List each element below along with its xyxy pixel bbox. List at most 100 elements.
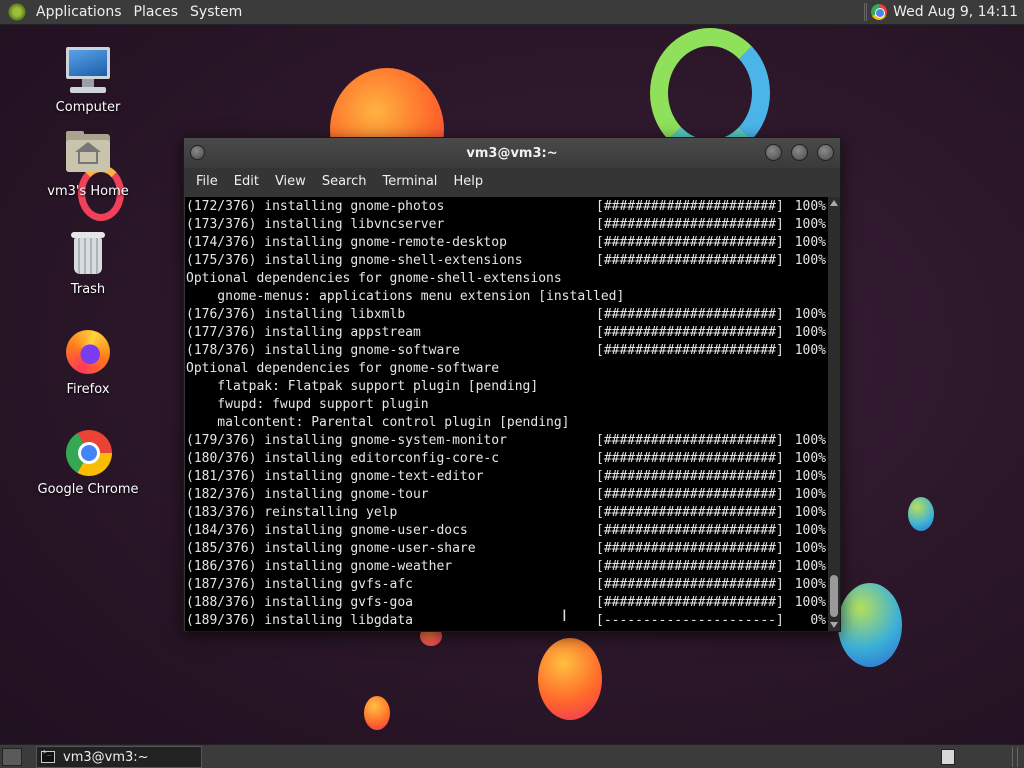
terminal-icon: [41, 748, 55, 763]
terminal-progress-percent: 100%: [794, 343, 826, 358]
firefox-icon: [62, 326, 114, 378]
window-title: vm3@vm3:~: [466, 145, 558, 161]
top-panel: Applications Places System Wed Aug 9, 14…: [0, 0, 1024, 25]
terminal-line-message: (185/376) installing gnome-user-share: [186, 541, 476, 556]
terminal-line-message: (186/376) installing gnome-weather: [186, 559, 453, 574]
desktop-icon-trash[interactable]: Trash: [28, 226, 148, 297]
panel-handle: [1012, 747, 1018, 767]
scroll-down-icon[interactable]: [830, 622, 838, 628]
terminal-progress-bar: [######################]: [596, 235, 784, 250]
menu-terminal[interactable]: Terminal: [374, 174, 445, 189]
terminal-line-message: (182/376) installing gnome-tour: [186, 487, 429, 502]
terminal-window: vm3@vm3:~ File Edit View Search Terminal…: [183, 137, 841, 632]
terminal-line-message: (178/376) installing gnome-software: [186, 343, 460, 358]
menu-system[interactable]: System: [186, 4, 250, 20]
terminal-scrollbar[interactable]: [828, 197, 840, 631]
terminal-line-message: (177/376) installing appstream: [186, 325, 421, 340]
menu-applications[interactable]: Applications: [32, 4, 130, 20]
terminal-line: fwupd: fwupd support plugin: [186, 396, 828, 414]
taskbar-item-terminal[interactable]: vm3@vm3:~: [36, 746, 202, 768]
desktop-icon-home[interactable]: vm3's Home: [28, 128, 148, 199]
terminal-line-message: (176/376) installing libxmlb: [186, 307, 406, 322]
desktop-icon-computer[interactable]: Computer: [28, 44, 148, 115]
menu-file[interactable]: File: [188, 174, 226, 189]
chrome-tray-icon[interactable]: [871, 4, 888, 20]
terminal-line-message: gnome-menus: applications menu extension…: [186, 289, 625, 304]
terminal-progress-bar: [######################]: [596, 307, 784, 322]
terminal-line-message: (174/376) installing gnome-remote-deskto…: [186, 235, 507, 250]
terminal-progress-bar: [######################]: [596, 325, 784, 340]
terminal-progress-bar: [######################]: [596, 253, 784, 268]
clock[interactable]: Wed Aug 9, 14:11: [893, 4, 1024, 20]
terminal-progress-percent: 100%: [794, 307, 826, 322]
terminal-progress-percent: 100%: [794, 487, 826, 502]
scrollbar-thumb[interactable]: [830, 575, 838, 617]
distro-logo-icon[interactable]: [8, 3, 26, 21]
terminal-progress-percent: 100%: [794, 433, 826, 448]
window-titlebar[interactable]: vm3@vm3:~: [184, 138, 840, 168]
panel-separator: [864, 3, 868, 21]
terminal-progress-bar: [######################]: [596, 595, 784, 610]
scroll-up-icon[interactable]: [830, 200, 838, 206]
menu-view[interactable]: View: [267, 174, 314, 189]
terminal-line: (184/376) installing gnome-user-docs [###…: [186, 522, 828, 540]
terminal-progress-percent: 100%: [794, 199, 826, 214]
menu-search[interactable]: Search: [314, 174, 375, 189]
close-button[interactable]: [817, 144, 834, 161]
terminal-line-message: malcontent: Parental control plugin [pen…: [186, 415, 570, 430]
terminal-line: (180/376) installing editorconfig-core-c…: [186, 450, 828, 468]
mouse-ibeam-cursor-icon: I: [562, 606, 567, 625]
desktop-icon-label: Computer: [55, 100, 121, 115]
desktop-icon-firefox[interactable]: Firefox: [28, 326, 148, 397]
desktop-icon-label: Google Chrome: [37, 482, 139, 497]
chrome-icon: [62, 426, 114, 478]
terminal-line: (186/376) installing gnome-weather [#####…: [186, 558, 828, 576]
terminal-progress-bar: [######################]: [596, 451, 784, 466]
terminal-progress-bar: [######################]: [596, 343, 784, 358]
computer-icon: [62, 44, 114, 96]
terminal-progress-bar: [######################]: [596, 541, 784, 556]
terminal-progress-bar: [######################]: [596, 559, 784, 574]
terminal-line: (177/376) installing appstream [#########…: [186, 324, 828, 342]
workspace-switcher[interactable]: [941, 749, 955, 765]
menu-edit[interactable]: Edit: [226, 174, 267, 189]
terminal-output[interactable]: (172/376) installing gnome-photos [######…: [186, 198, 828, 630]
terminal-line: (174/376) installing gnome-remote-deskto…: [186, 234, 828, 252]
terminal-menubar: File Edit View Search Terminal Help: [184, 168, 840, 195]
terminal-line-message: (181/376) installing gnome-text-editor: [186, 469, 484, 484]
terminal-line: Optional dependencies for gnome-shell-ex…: [186, 270, 828, 288]
terminal-progress-bar: [######################]: [596, 433, 784, 448]
terminal-progress-bar: [######################]: [596, 577, 784, 592]
terminal-line-message: (173/376) installing libvncserver: [186, 217, 445, 232]
terminal-line-message: (175/376) installing gnome-shell-extensi…: [186, 253, 523, 268]
terminal-progress-percent: 100%: [794, 505, 826, 520]
terminal-line-message: Optional dependencies for gnome-shell-ex…: [186, 271, 562, 286]
terminal-progress-percent: 100%: [794, 577, 826, 592]
terminal-line-message: (187/376) installing gvfs-afc: [186, 577, 413, 592]
terminal-line-message: (188/376) installing gvfs-goa: [186, 595, 413, 610]
terminal-progress-bar: [----------------------]: [596, 613, 784, 628]
desktop-icon-chrome[interactable]: Google Chrome: [28, 426, 148, 497]
terminal-progress-bar: [######################]: [596, 523, 784, 538]
terminal-progress-percent: 100%: [794, 217, 826, 232]
terminal-body[interactable]: (172/376) installing gnome-photos [######…: [185, 197, 840, 631]
terminal-line: (182/376) installing gnome-tour [########…: [186, 486, 828, 504]
menu-places[interactable]: Places: [130, 4, 187, 20]
terminal-progress-percent: 100%: [794, 559, 826, 574]
terminal-line: (178/376) installing gnome-software [####…: [186, 342, 828, 360]
maximize-button[interactable]: [791, 144, 808, 161]
terminal-line: (183/376) reinstalling yelp [############…: [186, 504, 828, 522]
minimize-button[interactable]: [765, 144, 782, 161]
terminal-line-message: fwupd: fwupd support plugin: [186, 397, 429, 412]
terminal-line: (176/376) installing libxmlb [###########…: [186, 306, 828, 324]
terminal-line: (173/376) installing libvncserver [######…: [186, 216, 828, 234]
window-menu-icon[interactable]: [190, 145, 205, 160]
terminal-line: gnome-menus: applications menu extension…: [186, 288, 828, 306]
wallpaper-blue-blob: [838, 583, 902, 667]
show-desktop-button[interactable]: [2, 748, 22, 766]
terminal-progress-percent: 100%: [794, 523, 826, 538]
menu-help[interactable]: Help: [445, 174, 491, 189]
wallpaper-small-blue-blob: [908, 497, 934, 531]
terminal-line-message: (172/376) installing gnome-photos: [186, 199, 445, 214]
terminal-line-message: (189/376) installing libgdata: [186, 613, 413, 628]
